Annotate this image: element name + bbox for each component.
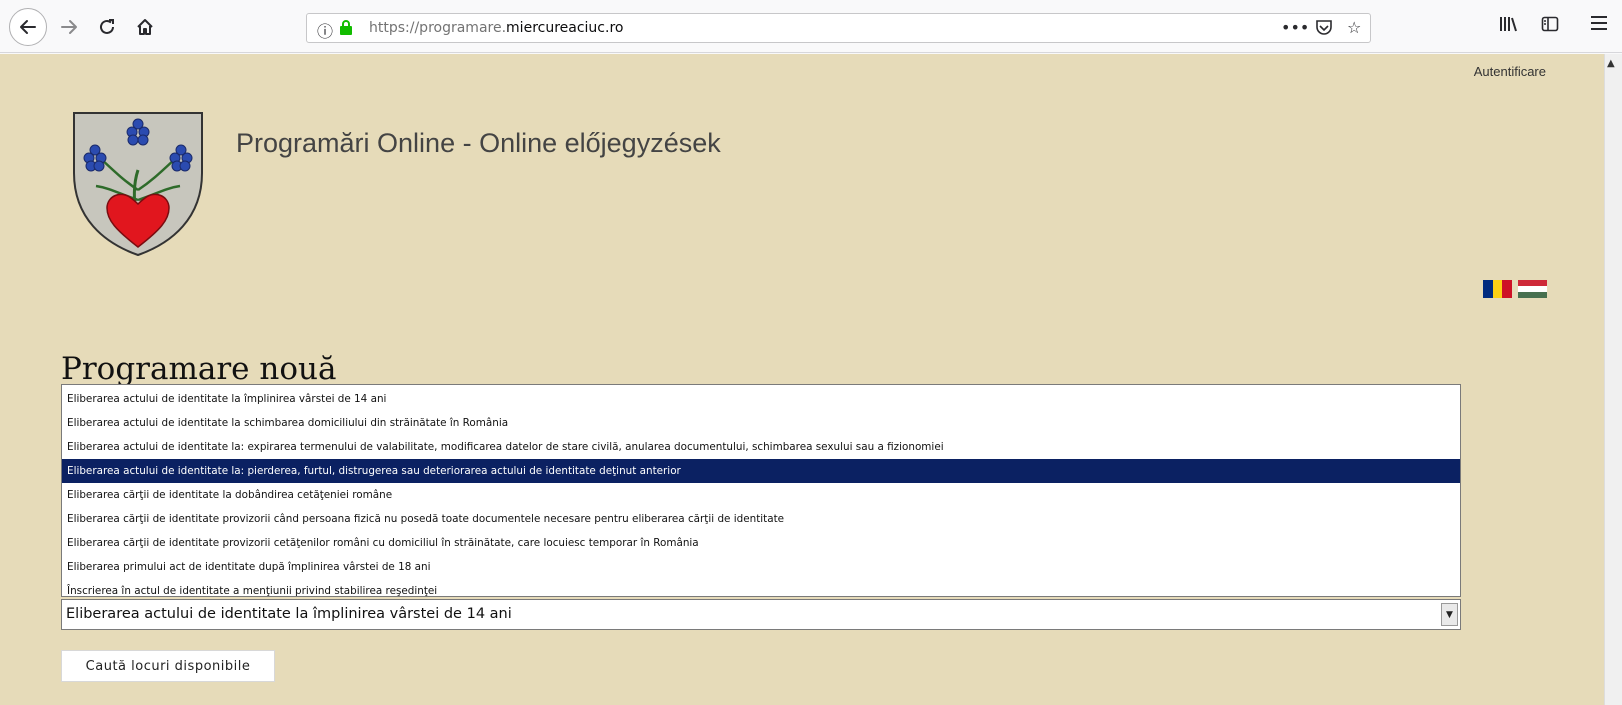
sidebar-icon[interactable] (1541, 15, 1559, 38)
home-icon[interactable] (130, 12, 160, 42)
dropdown-option[interactable]: Eliberarea primului act de identitate du… (62, 555, 1460, 579)
dropdown-option[interactable]: Eliberarea actului de identitate la împl… (62, 387, 1460, 411)
section-title: Programare nouă (61, 351, 337, 387)
dropdown-option[interactable]: Eliberarea actului de identitate la schi… (62, 411, 1460, 435)
reload-icon[interactable] (92, 12, 122, 42)
pocket-icon[interactable] (1315, 18, 1333, 40)
coat-of-arms-logo (71, 110, 205, 262)
page-content: Autentificare Programări Online - Online… (0, 54, 1604, 705)
service-dropdown-list: Eliberarea actului de identitate la împl… (61, 384, 1461, 597)
forward-arrow-icon[interactable] (54, 12, 84, 42)
dropdown-option-highlighted[interactable]: Eliberarea actului de identitate la: pie… (62, 459, 1460, 483)
hu-flag-icon[interactable] (1518, 280, 1547, 298)
language-switcher (1483, 280, 1547, 298)
menu-icon[interactable] (1590, 15, 1608, 36)
select-value: Eliberarea actului de identitate la împl… (66, 606, 512, 622)
browser-toolbar: ⓘ https://programare.miercureaciuc.ro ••… (0, 0, 1622, 53)
url-bar[interactable]: ⓘ https://programare.miercureaciuc.ro ••… (306, 13, 1371, 43)
dropdown-option[interactable]: Eliberarea cărţii de identitate provizor… (62, 507, 1460, 531)
more-icon[interactable]: ••• (1281, 18, 1309, 37)
dropdown-option[interactable]: Eliberarea cărţii de identitate la dobân… (62, 483, 1460, 507)
scrollbar[interactable] (1604, 54, 1622, 705)
library-icon[interactable] (1499, 15, 1519, 38)
login-link[interactable]: Autentificare (1474, 64, 1546, 79)
bookmark-star-icon[interactable]: ☆ (1347, 18, 1361, 37)
ro-flag-icon[interactable] (1483, 280, 1513, 298)
chevron-down-icon[interactable]: ▼ (1441, 603, 1458, 626)
info-icon[interactable]: ⓘ (317, 18, 333, 42)
site-title: Programări Online - Online előjegyzések (236, 128, 721, 158)
dropdown-option[interactable]: Eliberarea cărţii de identitate provizor… (62, 531, 1460, 555)
service-select[interactable]: Eliberarea actului de identitate la împl… (61, 599, 1461, 630)
search-availability-button[interactable]: Caută locuri disponibile (61, 650, 275, 682)
scroll-up-icon[interactable]: ▲ (1607, 58, 1615, 69)
dropdown-option[interactable]: Eliberarea actului de identitate la: exp… (62, 435, 1460, 459)
back-arrow-icon[interactable] (9, 8, 47, 46)
lock-icon (339, 19, 353, 40)
url-text[interactable]: https://programare.miercureaciuc.ro (369, 20, 623, 36)
